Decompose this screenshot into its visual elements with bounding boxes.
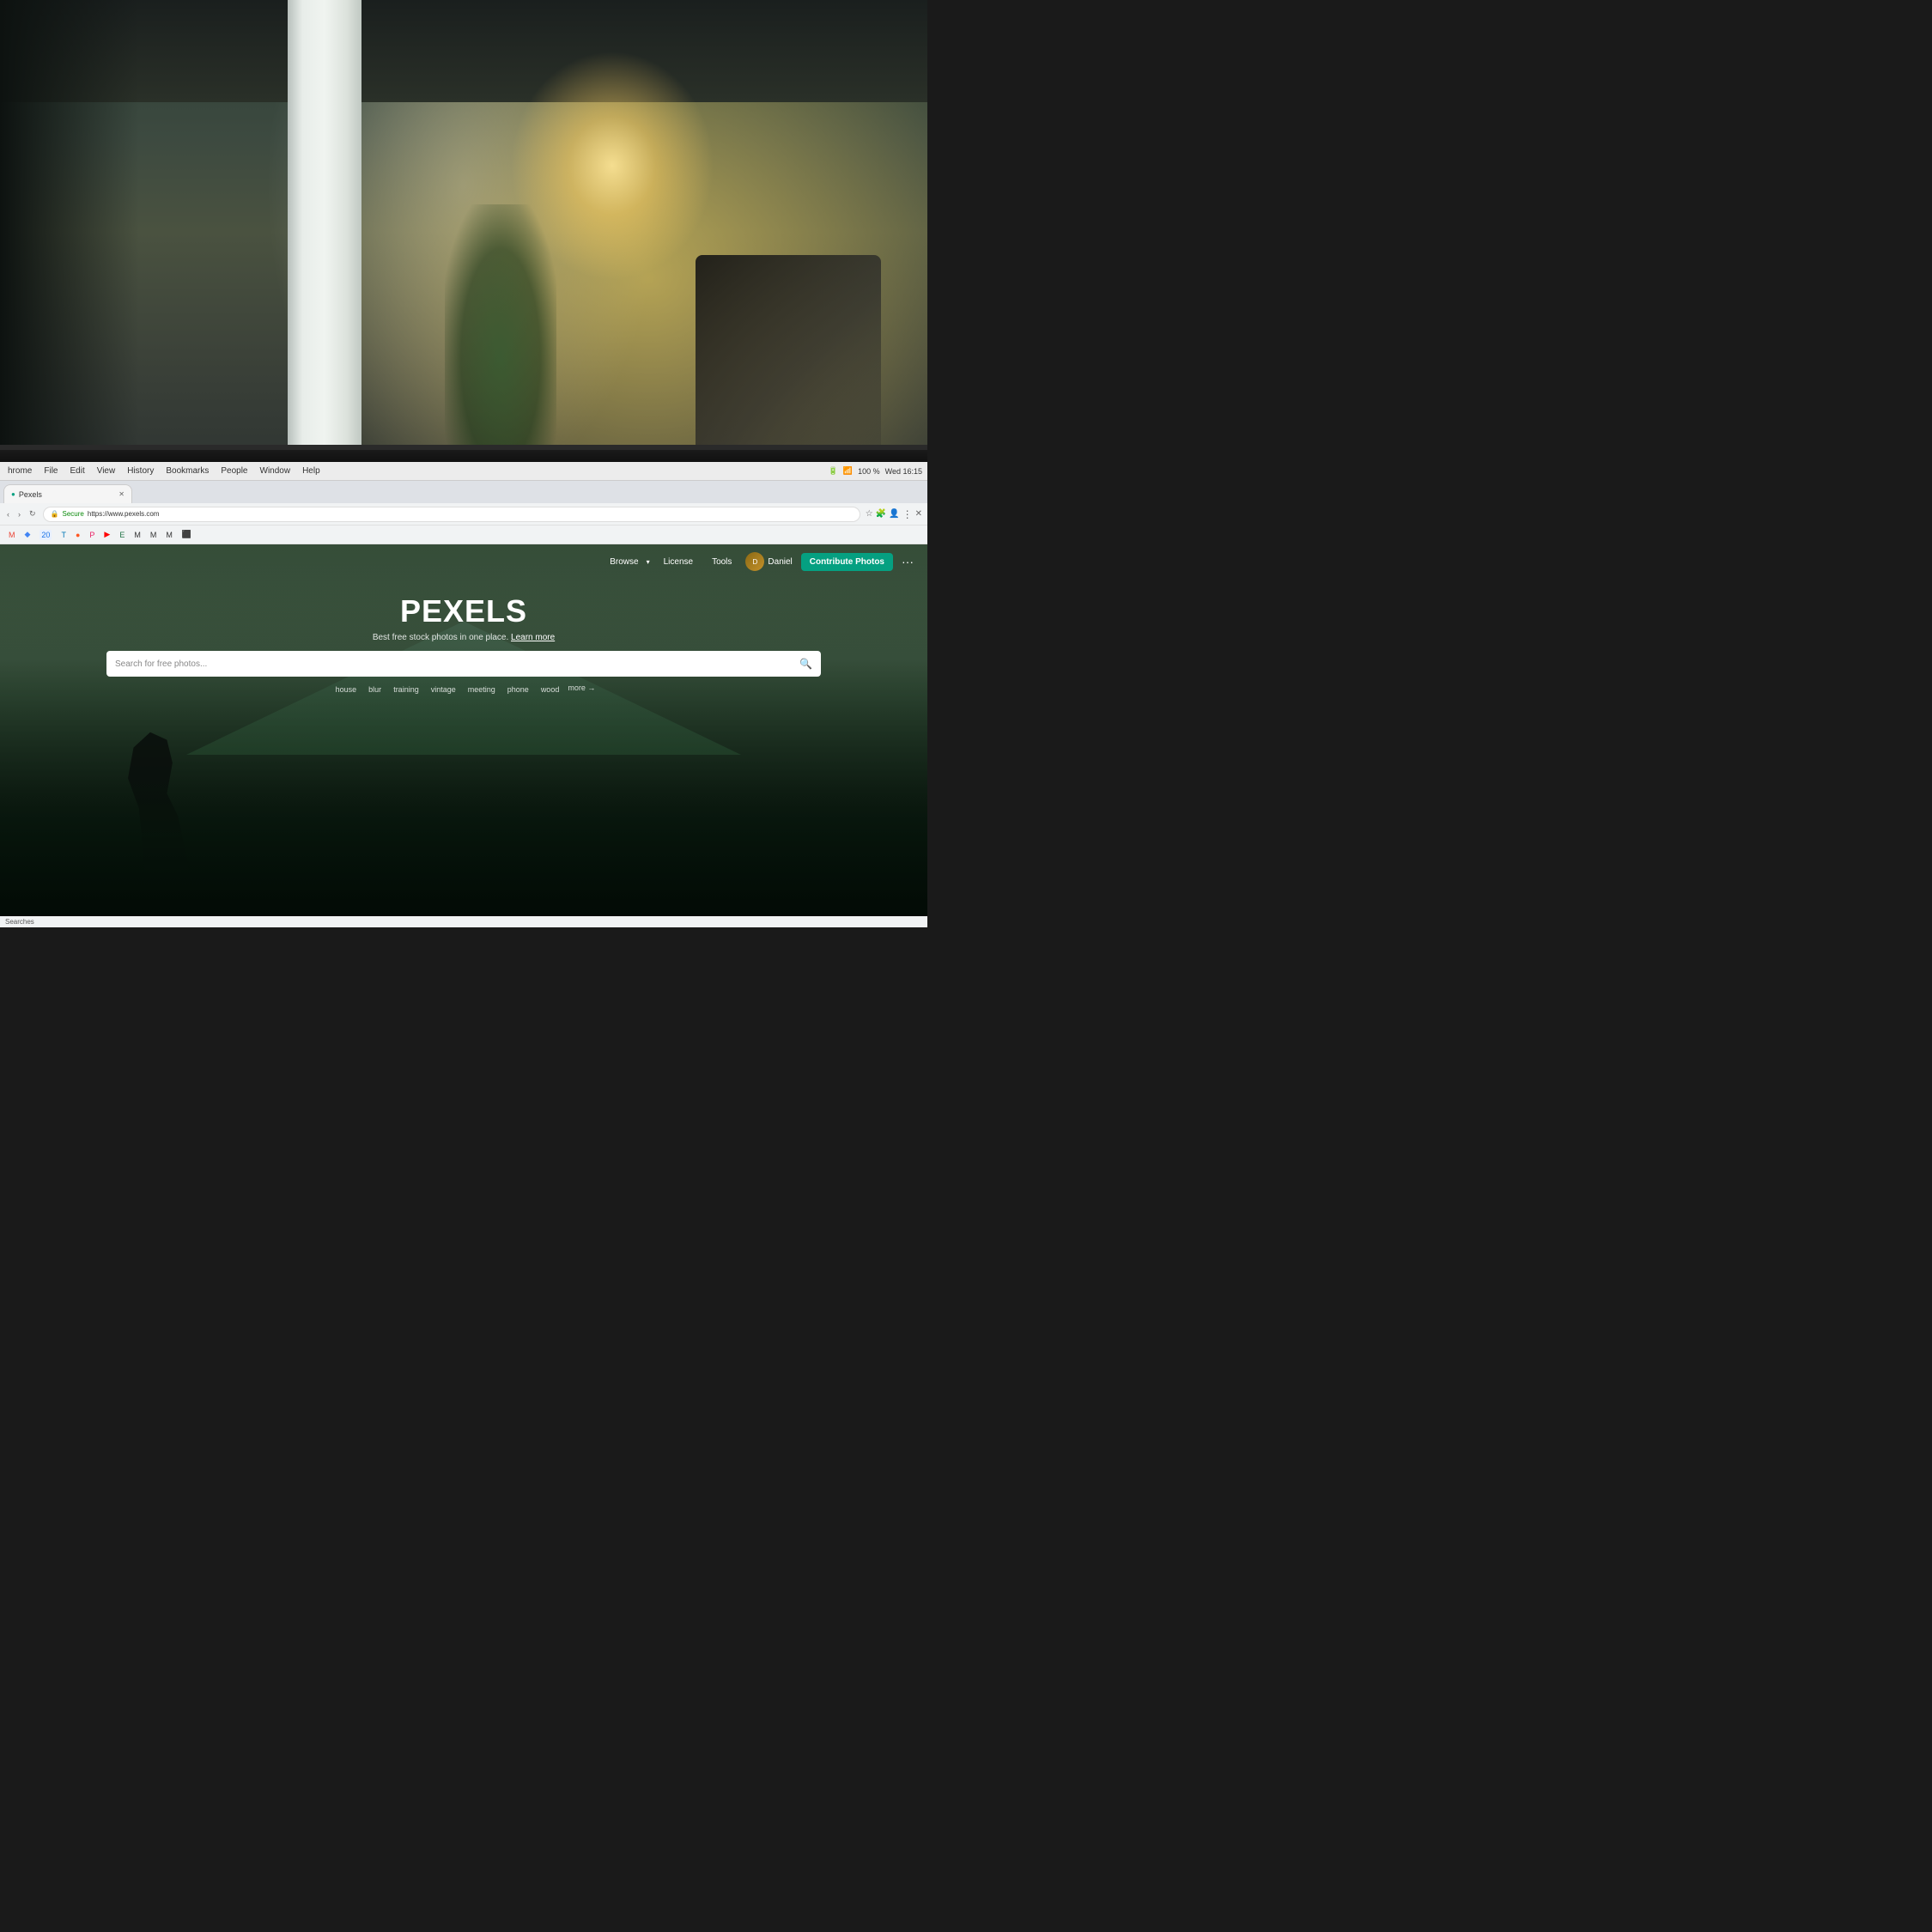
pillar: [288, 0, 361, 510]
back-button[interactable]: ‹: [5, 509, 11, 519]
search-icon[interactable]: 🔍: [799, 658, 812, 670]
pexels-logo: PEXELS: [400, 593, 527, 629]
tag-meeting[interactable]: meeting: [465, 683, 499, 696]
learn-more-link[interactable]: Learn more: [511, 633, 555, 642]
menu-window[interactable]: Window: [258, 465, 294, 477]
monitor-frame: hrome File Edit View History Bookmarks P…: [0, 445, 927, 927]
refresh-button[interactable]: ↻: [27, 508, 38, 519]
browser-actions: ☆ 🧩 👤 ⋮ ✕: [866, 508, 922, 520]
bookmark-item6[interactable]: P: [86, 529, 98, 541]
lock-icon: 🔒: [51, 510, 59, 518]
bookmark-calendar[interactable]: 20: [36, 528, 55, 542]
bookmark-item10[interactable]: M: [147, 529, 161, 541]
tag-vintage[interactable]: vintage: [428, 683, 459, 696]
pexels-search-bar[interactable]: Search for free photos... 🔍: [106, 651, 821, 677]
menu-bar: hrome File Edit View History Bookmarks P…: [0, 462, 927, 481]
bookmark-youtube[interactable]: ▶: [100, 528, 113, 541]
search-placeholder-text: Search for free photos...: [115, 659, 793, 669]
extensions-icon[interactable]: 🧩: [876, 509, 886, 519]
status-text: Searches: [5, 918, 34, 926]
browser-window: hrome File Edit View History Bookmarks P…: [0, 462, 927, 927]
bookmark-item12[interactable]: ⬛: [179, 528, 195, 541]
left-dark: [0, 0, 139, 510]
menu-dots-icon[interactable]: ⋮: [902, 508, 913, 520]
office-overlay: [0, 0, 927, 510]
menu-edit[interactable]: Edit: [67, 465, 87, 477]
contribute-photos-button[interactable]: Contribute Photos: [801, 553, 893, 571]
tag-phone[interactable]: phone: [504, 683, 532, 696]
bookmark-item9[interactable]: M: [131, 529, 144, 541]
bookmarks-bar: M ◆ 20 T ● P ▶ E M: [0, 526, 927, 544]
clock: Wed 16:15: [885, 467, 922, 476]
pexels-navbar: Browse ▾ License Tools D Daniel Contribu…: [0, 544, 927, 579]
bookmark-drive[interactable]: ◆: [21, 528, 34, 541]
tag-blur[interactable]: blur: [365, 683, 385, 696]
nav-browse[interactable]: Browse ▾: [605, 554, 649, 570]
url-text: https://www.pexels.com: [88, 510, 160, 518]
nav-license[interactable]: License: [659, 554, 698, 570]
trees-overlay: [0, 775, 927, 927]
bookmark-calendar2[interactable]: T: [58, 529, 70, 541]
ceiling: [0, 0, 927, 102]
nav-user[interactable]: D Daniel: [745, 552, 792, 571]
menu-history[interactable]: History: [125, 465, 156, 477]
secure-label: Secure: [63, 510, 84, 518]
more-options-button[interactable]: ···: [902, 555, 914, 568]
tab-pexels[interactable]: ● Pexels ✕: [3, 484, 132, 503]
bookmark-item5[interactable]: ●: [72, 529, 83, 541]
user-avatar: D: [745, 552, 764, 571]
tag-wood[interactable]: wood: [538, 683, 563, 696]
menu-file[interactable]: File: [41, 465, 60, 477]
address-input[interactable]: 🔒 Secure https://www.pexels.com: [43, 507, 860, 522]
tag-training[interactable]: training: [390, 683, 422, 696]
wifi-icon: 📶: [843, 466, 853, 476]
browser-status-bar: Searches: [0, 916, 927, 927]
pexels-tagline: Best free stock photos in one place. Lea…: [373, 633, 555, 642]
pexels-hero-content: PEXELS Best free stock photos in one pla…: [0, 583, 927, 696]
pexels-website: Browse ▾ License Tools D Daniel Contribu…: [0, 544, 927, 927]
bookmark-item11[interactable]: M: [162, 529, 176, 541]
browse-label[interactable]: Browse: [605, 554, 643, 570]
tab-label: Pexels: [19, 490, 42, 499]
bookmark-excel[interactable]: E: [116, 529, 128, 541]
close-tab-icon[interactable]: ✕: [915, 509, 922, 519]
tag-house[interactable]: house: [332, 683, 361, 696]
more-tags-link[interactable]: more →: [568, 683, 595, 696]
address-bar: ‹ › ↻ 🔒 Secure https://www.pexels.com ☆ …: [0, 503, 927, 526]
zoom-level: 100 %: [858, 467, 880, 476]
battery-icon: 🔋: [829, 466, 838, 476]
search-tags: house blur training vintage meeting phon…: [332, 683, 596, 696]
menu-chrome[interactable]: hrome: [5, 465, 34, 477]
browse-chevron-icon: ▾: [647, 558, 650, 566]
bookmark-star-icon[interactable]: ☆: [866, 509, 873, 519]
menu-right: 🔋 📶 100 % Wed 16:15: [829, 466, 922, 476]
forward-button[interactable]: ›: [16, 509, 22, 519]
menu-help[interactable]: Help: [300, 465, 323, 477]
menu-view[interactable]: View: [94, 465, 118, 477]
profile-icon[interactable]: 👤: [889, 509, 899, 519]
tab-close-icon[interactable]: ✕: [118, 490, 125, 498]
screen-bezel: [0, 450, 927, 462]
menu-people[interactable]: People: [218, 465, 250, 477]
user-name: Daniel: [768, 557, 792, 567]
menu-bookmarks[interactable]: Bookmarks: [163, 465, 211, 477]
nav-tools[interactable]: Tools: [707, 554, 737, 570]
tab-favicon: ●: [11, 490, 15, 498]
bookmark-gmail[interactable]: M: [5, 529, 19, 541]
tab-bar: ● Pexels ✕: [0, 481, 927, 503]
